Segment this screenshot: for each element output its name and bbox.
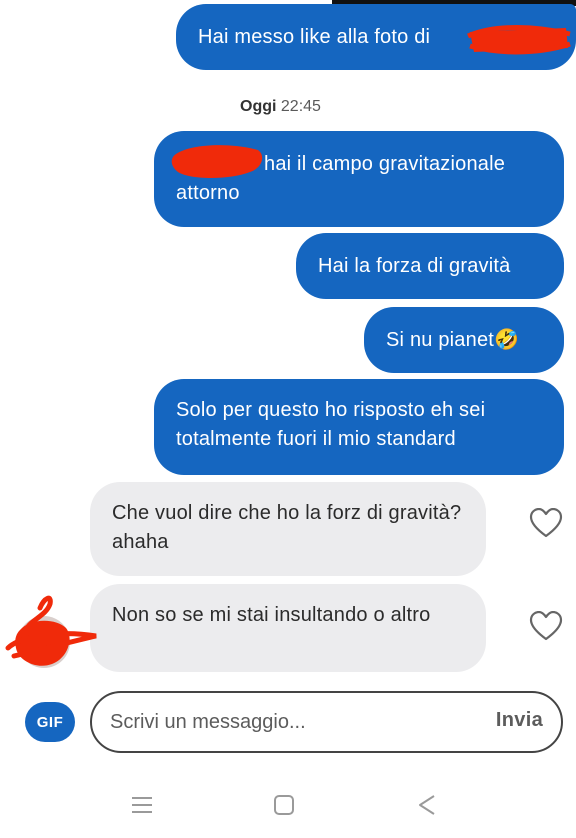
redaction-scribble (467, 25, 571, 55)
timestamp-time: 22:45 (280, 98, 321, 115)
message-text: Solo per questo ho risposto eh sei total… (176, 399, 486, 450)
timestamp-day: Oggi (240, 98, 277, 115)
message-incoming[interactable]: Non so se mi stai insultando o altro (90, 584, 486, 672)
square-icon[interactable] (269, 790, 299, 820)
message-input-box[interactable]: Invia (90, 691, 563, 753)
message-text: Si nu pianet🤣 (386, 328, 520, 351)
message-text: Che vuol dire che ho la forz di gravità?… (112, 502, 462, 553)
message-outgoing[interactable]: Solo per questo ho risposto eh sei total… (154, 379, 564, 475)
message-outgoing[interactable]: Hai la forza di gravità (296, 233, 564, 299)
message-text: Non so se mi stai insultando o altro (112, 604, 431, 626)
message-text: Hai messo like alla foto di (198, 25, 431, 48)
redaction-scribble (171, 145, 263, 178)
message-incoming[interactable]: Che vuol dire che ho la forz di gravità?… (90, 482, 486, 576)
message-input[interactable] (110, 707, 470, 737)
message-text: Hai la forza di gravità (318, 254, 511, 277)
timestamp: Oggi 22:45 (240, 98, 321, 116)
heart-outline-icon[interactable] (529, 508, 563, 538)
menu-lines-icon[interactable] (127, 790, 157, 820)
gif-button[interactable]: GIF (25, 702, 75, 742)
triangle-back-icon[interactable] (412, 790, 442, 820)
message-outgoing[interactable]: Si nu pianet🤣 (364, 307, 564, 373)
system-nav-bar (0, 772, 576, 838)
heart-outline-icon[interactable] (529, 611, 563, 641)
send-button[interactable]: Invia (496, 709, 543, 732)
avatar[interactable] (0, 590, 100, 672)
